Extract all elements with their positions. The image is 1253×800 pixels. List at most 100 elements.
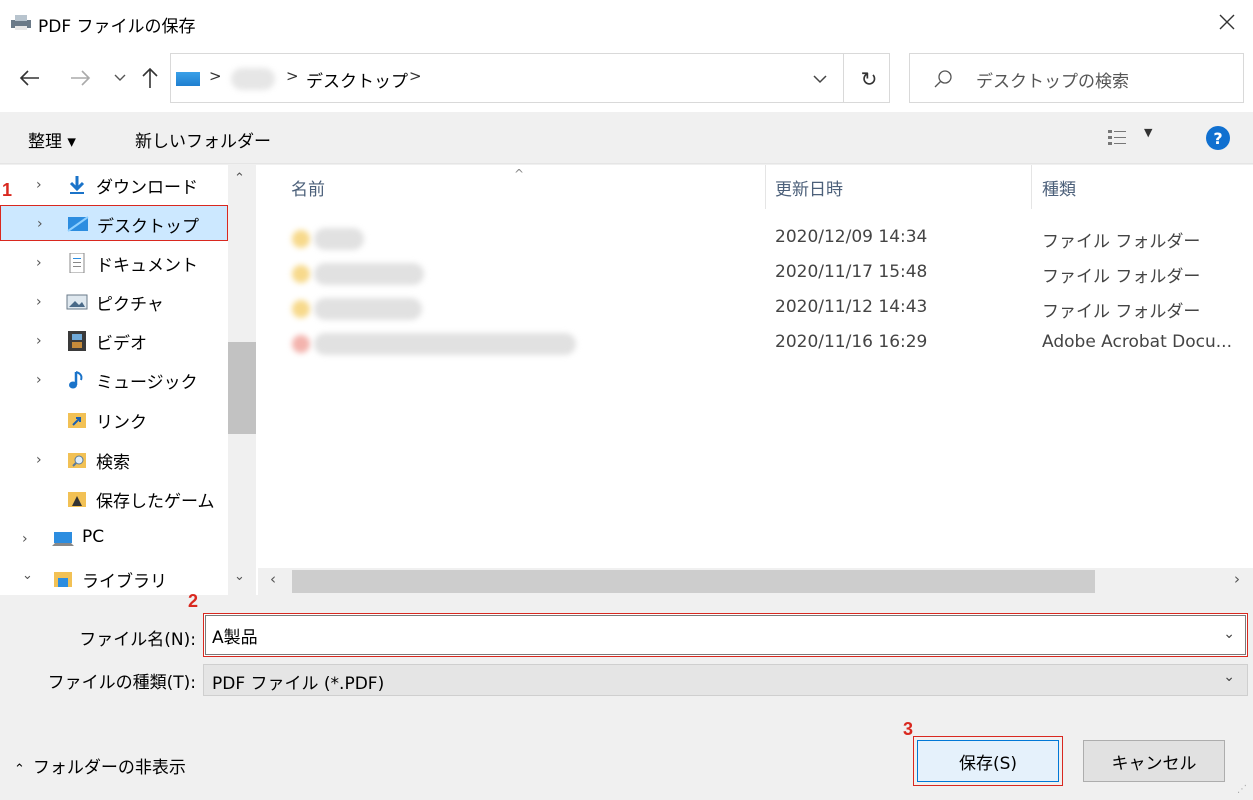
step-marker-2: 2	[188, 591, 199, 611]
pc-icon	[52, 532, 74, 546]
nav-label: ダウンロード	[96, 178, 198, 198]
expand-chevron-icon[interactable]: ›	[36, 333, 48, 349]
search-folder-icon	[68, 453, 86, 468]
breadcrumb-separator[interactable]: >	[286, 67, 299, 85]
column-header-date[interactable]: 更新日時	[775, 175, 843, 200]
recent-locations-chevron-icon[interactable]	[106, 64, 134, 92]
collapse-chevron-icon[interactable]: ⌄	[22, 568, 34, 584]
breadcrumb-separator[interactable]: >	[209, 67, 222, 85]
nav-item-saved-games[interactable]: 保存したゲーム	[0, 481, 228, 517]
filename-field[interactable]: A製品 ⌄	[203, 613, 1248, 657]
view-dropdown-caret-icon[interactable]: ▼	[1144, 126, 1152, 139]
save-button[interactable]: 保存(S)	[913, 736, 1063, 786]
step-marker-3: 3	[903, 719, 914, 739]
expand-chevron-icon[interactable]: ›	[36, 372, 48, 388]
save-label: 保存(S)	[958, 753, 1018, 774]
desktop-icon	[67, 216, 89, 232]
file-row[interactable]: 2020/11/17 15:48 ファイル フォルダー	[258, 257, 1253, 292]
nav-item-pc[interactable]: › PC	[0, 521, 228, 557]
nav-label: ピクチャ	[96, 295, 164, 315]
scroll-right-arrow-icon[interactable]: ›	[1234, 570, 1240, 588]
nav-item-pictures[interactable]: › ピクチャ	[0, 284, 228, 320]
view-options-icon[interactable]	[1105, 126, 1131, 150]
breadcrumb-desktop[interactable]: デスクトップ	[306, 67, 408, 92]
horizontal-scroll-thumb[interactable]	[292, 570, 1095, 593]
nav-item-documents[interactable]: › ドキュメント	[0, 245, 228, 281]
saved-games-icon	[68, 492, 86, 507]
expand-chevron-icon[interactable]: ›	[37, 216, 49, 232]
refresh-icon[interactable]: ↻	[856, 67, 882, 91]
nav-item-searches[interactable]: › 検索	[0, 442, 228, 478]
new-folder-button[interactable]: 新しいフォルダー	[135, 127, 271, 152]
folder-icon	[292, 300, 310, 318]
printer-icon	[11, 15, 31, 30]
horizontal-scrollbar[interactable]: ‹ ›	[258, 568, 1253, 595]
up-arrow-icon[interactable]	[136, 64, 164, 92]
library-icon	[54, 572, 72, 587]
column-header-name[interactable]: 名前	[291, 175, 325, 200]
nav-item-music[interactable]: › ミュージック	[0, 362, 228, 398]
help-icon[interactable]: ?	[1206, 126, 1230, 150]
document-icon	[69, 253, 85, 273]
filename-label: ファイル名(N):	[79, 630, 196, 650]
scroll-left-arrow-icon[interactable]: ‹	[270, 570, 276, 588]
search-placeholder: デスクトップの検索	[976, 72, 1129, 92]
navigation-pane: › ダウンロード › デスクトップ › ドキュメント › ピクチャ › ビデオ …	[0, 165, 258, 595]
organize-button[interactable]: 整理 ▾	[28, 127, 76, 152]
nav-scrollbar[interactable]: ⌃ ⌄	[228, 165, 256, 595]
expand-chevron-icon[interactable]: ›	[36, 294, 48, 310]
nav-item-desktop[interactable]: › デスクトップ	[0, 205, 228, 241]
filetype-value: PDF ファイル (*.PDF)	[212, 674, 385, 694]
chevron-down-icon[interactable]: ⌄	[1223, 669, 1235, 685]
nav-label: ライブラリ	[82, 572, 167, 592]
scroll-down-arrow-icon[interactable]: ⌄	[234, 569, 245, 584]
search-input[interactable]: デスクトップの検索	[909, 53, 1244, 103]
back-arrow-icon[interactable]	[16, 64, 44, 92]
links-icon	[68, 413, 86, 428]
download-icon	[69, 176, 85, 194]
toolbar: 整理 ▾ 新しいフォルダー ▼ ?	[0, 112, 1253, 164]
address-bar[interactable]: > > デスクトップ > ↻	[170, 53, 890, 103]
filename-value[interactable]: A製品	[212, 623, 258, 648]
file-type: ファイル フォルダー	[1042, 232, 1201, 252]
file-row[interactable]: 2020/11/12 14:43 ファイル フォルダー	[258, 292, 1253, 327]
resize-grip-icon[interactable]: ⋰	[1237, 784, 1249, 796]
column-divider[interactable]	[765, 165, 766, 209]
file-row[interactable]: 2020/12/09 14:34 ファイル フォルダー	[258, 222, 1253, 257]
hide-folders-label: フォルダーの非表示	[32, 758, 186, 778]
cancel-button[interactable]: キャンセル	[1083, 740, 1225, 782]
scroll-up-arrow-icon[interactable]: ⌃	[234, 171, 245, 186]
redacted-user-crumb[interactable]	[231, 68, 275, 90]
chevron-down-icon[interactable]: ⌄	[1223, 626, 1235, 642]
address-row: > > デスクトップ > ↻ デスクトップの検索	[0, 46, 1253, 112]
redacted-file-name	[314, 228, 364, 250]
forward-arrow-icon[interactable]	[66, 64, 94, 92]
file-date: 2020/11/17 15:48	[775, 262, 928, 282]
filetype-label: ファイルの種類(T):	[47, 673, 196, 693]
folder-icon	[292, 230, 310, 248]
file-date: 2020/11/16 16:29	[775, 332, 928, 352]
nav-scroll-thumb[interactable]	[228, 342, 256, 434]
nav-item-downloads[interactable]: › ダウンロード	[0, 167, 228, 203]
expand-chevron-icon[interactable]: ›	[36, 255, 48, 271]
chevron-up-icon: ⌃	[14, 762, 25, 777]
file-type: ファイル フォルダー	[1042, 267, 1201, 287]
expand-chevron-icon[interactable]: ›	[22, 531, 34, 547]
expand-chevron-icon[interactable]: ›	[36, 452, 48, 468]
file-row[interactable]: 2020/11/16 16:29 Adobe Acrobat Docu...	[258, 327, 1253, 362]
filetype-select[interactable]: PDF ファイル (*.PDF) ⌄	[203, 664, 1248, 696]
address-dropdown-chevron-icon[interactable]	[807, 67, 833, 91]
divider	[843, 54, 844, 102]
hide-folders-button[interactable]: ⌃ フォルダーの非表示	[14, 753, 186, 778]
column-divider[interactable]	[1031, 165, 1032, 209]
column-header-type[interactable]: 種類	[1042, 175, 1076, 200]
expand-chevron-icon[interactable]: ›	[36, 177, 48, 193]
nav-item-videos[interactable]: › ビデオ	[0, 323, 228, 359]
close-icon[interactable]	[1215, 10, 1239, 34]
breadcrumb-separator[interactable]: >	[409, 67, 422, 85]
nav-item-links[interactable]: リンク	[0, 402, 228, 438]
nav-label: ビデオ	[96, 334, 147, 354]
nav-label: PC	[82, 527, 105, 547]
nav-label: ミュージック	[96, 373, 198, 393]
video-icon	[68, 331, 86, 351]
